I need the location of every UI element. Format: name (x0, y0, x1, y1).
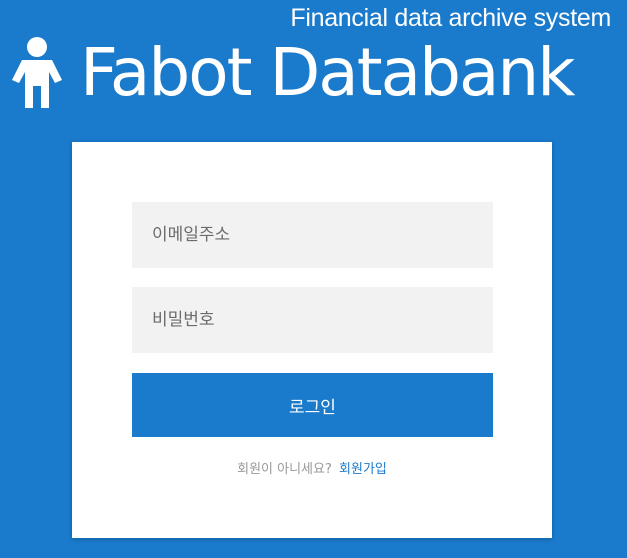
signup-prompt-text: 회원이 아니세요? (237, 462, 332, 477)
email-input[interactable] (132, 202, 493, 268)
password-input[interactable] (132, 287, 493, 353)
brand-name: Fabot Databank (80, 34, 575, 111)
brand-logo: Fabot Databank (10, 28, 575, 118)
signup-prompt-line: 회원이 아니세요? 회원가입 (72, 458, 552, 477)
login-button[interactable]: 로그인 (132, 373, 493, 437)
login-card: 로그인 회원이 아니세요? 회원가입 (72, 142, 552, 538)
person-icon (12, 37, 62, 108)
signup-link[interactable]: 회원가입 (339, 462, 387, 477)
